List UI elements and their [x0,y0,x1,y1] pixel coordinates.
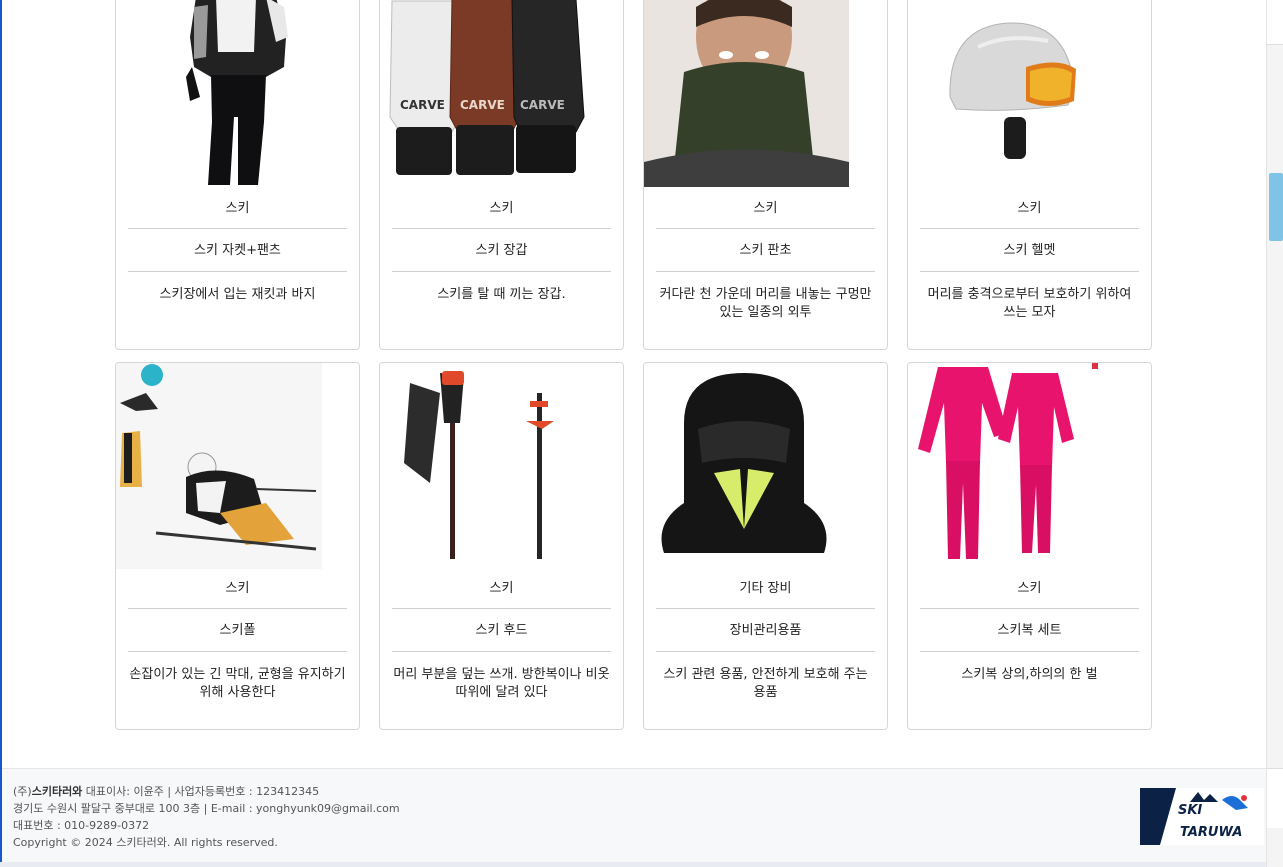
product-name[interactable]: 스키 장갑 [392,230,611,272]
product-card[interactable]: 스키 스키복 세트 스키복 상의,하의의 한 벌 [907,362,1152,730]
product-name[interactable]: 스키 후드 [392,610,611,652]
product-description: 머리를 충격으로부터 보호하기 위하여 쓰는 모자 [927,287,1132,320]
ski-hood-image [380,363,623,569]
product-category: 스키 [392,189,611,229]
logo-text-bottom: TARUWA [1180,825,1242,840]
product-card[interactable]: 스키 스키폴 손잡이가 있는 긴 막대, 균형을 유지하기 위해 사용한다 [115,362,360,730]
product-name[interactable]: 스키폴 [128,610,347,652]
scrollbar-top-segment [1267,0,1283,45]
product-name[interactable]: 스키복 세트 [920,610,1139,652]
logo-text-top: SKI [1178,803,1202,818]
vertical-scrollbar[interactable] [1266,0,1283,867]
ski-jacket-pants-image [116,0,359,187]
scrollbar-bottom-segment [1267,768,1283,828]
product-card[interactable]: CARVE CARVE CARVE 스키 스키 장갑 스키를 탈 때 끼는 장갑… [379,0,624,350]
product-description: 스키복 상의,하의의 한 벌 [961,667,1098,682]
ski-suit-set-image [908,363,1151,569]
carve-brand-text: CARVE [400,98,445,112]
ski-poncho-image [644,0,887,187]
product-card[interactable]: 스키 스키 자켓+팬츠 스키장에서 입는 재킷과 바지 [115,0,360,350]
product-description: 스키장에서 입는 재킷과 바지 [159,287,316,302]
site-footer: (주)스키타러와 대표이사: 이윤주 | 사업자등록번호 : 123412345… [2,768,1266,862]
address-line: 경기도 수원시 팔달구 중부대로 100 3층 | E-mail : yongh… [13,802,400,815]
taskbar-strip [0,862,1283,867]
company-info: (주)스키타러와 대표이사: 이윤주 | 사업자등록번호 : 123412345… [13,783,400,851]
product-category: 스키 [128,569,347,609]
product-description: 커다란 천 가운데 머리를 내놓는 구멍만 있는 일종의 외투 [659,287,872,320]
product-description: 손잡이가 있는 긴 막대, 균형을 유지하기 위해 사용한다 [129,667,346,700]
svg-text:CARVE: CARVE [460,98,505,112]
product-name[interactable]: 스키 헬멧 [920,230,1139,272]
product-description: 스키 관련 용품, 안전하게 보호해 주는 용품 [663,667,868,700]
ski-taruwa-logo[interactable]: SKI TARUWA [1140,788,1264,845]
product-name[interactable]: 스키 자켓+팬츠 [128,230,347,272]
ski-gloves-image: CARVE CARVE CARVE [380,0,623,187]
product-card[interactable]: 스키 스키 후드 머리 부분을 덮는 쓰개. 방한복이나 비옷 따위에 달려 있… [379,362,624,730]
ski-pole-image [116,363,359,569]
product-name[interactable]: 스키 판초 [656,230,875,272]
product-category: 스키 [128,189,347,229]
ski-helmet-image [908,0,1151,187]
company-name: 스키타러와 [31,785,83,798]
product-card[interactable]: 기타 장비 장비관리용품 스키 관련 용품, 안전하게 보호해 주는 용품 [643,362,888,730]
product-category: 스키 [392,569,611,609]
scrollbar-thumb[interactable] [1269,173,1283,241]
product-description: 스키를 탈 때 끼는 장갑. [437,287,566,302]
svg-text:CARVE: CARVE [520,98,565,112]
product-description: 머리 부분을 덮는 쓰개. 방한복이나 비옷 따위에 달려 있다 [393,667,610,700]
product-category: 스키 [920,189,1139,229]
product-card[interactable]: 스키 스키 헬멧 머리를 충격으로부터 보호하기 위하여 쓰는 모자 [907,0,1152,350]
phone-line: 대표번호 : 010-9289-0372 [13,819,150,832]
product-category: 스키 [920,569,1139,609]
company-line: (주)스키타러와 대표이사: 이윤주 | 사업자등록번호 : 123412345 [13,785,320,798]
product-name[interactable]: 장비관리용품 [656,610,875,652]
product-card[interactable]: 스키 스키 판초 커다란 천 가운데 머리를 내놓는 구멍만 있는 일종의 외투 [643,0,888,350]
copyright: Copyright © 2024 스키타러와. All rights reser… [13,836,278,849]
product-category: 스키 [656,189,875,229]
product-category: 기타 장비 [656,569,875,609]
equipment-care-image [644,363,887,569]
product-grid-page: 스키 스키 자켓+팬츠 스키장에서 입는 재킷과 바지 CARVE CARVE … [2,0,1266,862]
